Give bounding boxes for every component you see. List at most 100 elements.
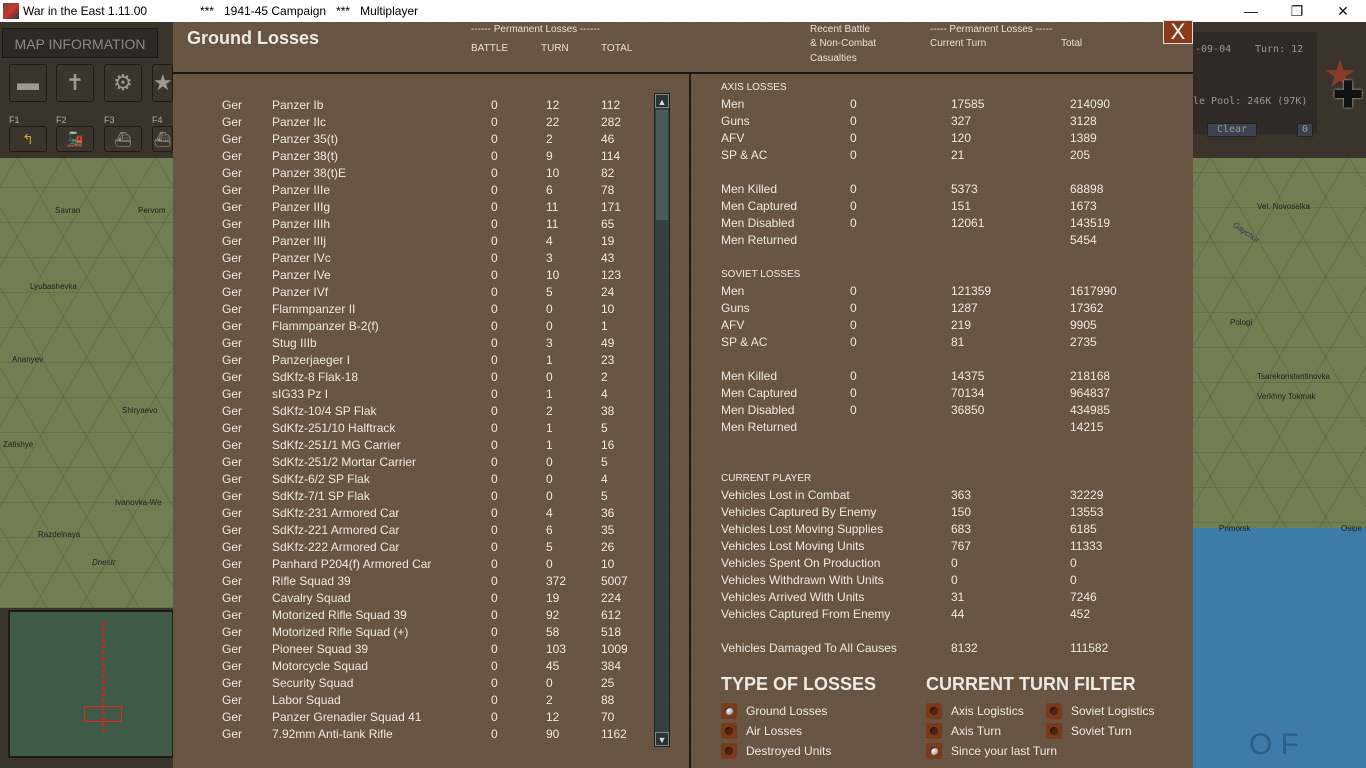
unit-row[interactable]: Ger Panzer IIIh 0 11 65 xyxy=(173,216,648,233)
unit-row[interactable]: Ger Motorized Rifle Squad (+) 0 58 518 xyxy=(173,624,648,641)
unit-row[interactable]: Ger Panzer IVe 0 10 123 xyxy=(173,267,648,284)
unit-row[interactable]: Ger SdKfz-7/1 SP Flak 0 0 5 xyxy=(173,488,648,505)
turn-value: 2 xyxy=(546,693,553,707)
unit-row[interactable]: Ger Panzer IVc 0 3 43 xyxy=(173,250,648,267)
radio-button-icon[interactable] xyxy=(926,723,942,739)
minimap[interactable] xyxy=(8,610,174,758)
unit-row[interactable]: Ger Panzerjaeger I 0 1 23 xyxy=(173,352,648,369)
stat-current: 8132 xyxy=(951,641,978,655)
unit-row[interactable]: Ger 7.92mm MG34 Machine Gun 0 152 1317 xyxy=(173,743,648,744)
unit-losses-list[interactable]: Ger Panzer Ib 0 12 112 Ger Panzer IIc 0 22 282 Ger… xyxy=(173,97,648,744)
window-close-button[interactable]: ✕ xyxy=(1320,0,1366,22)
stat-recent: 0 xyxy=(850,199,857,213)
star-icon[interactable]: ★ xyxy=(152,64,173,102)
map-view-right[interactable]: Vel. Novoselka Gaychur Pologi Tsarekonst… xyxy=(1193,158,1366,768)
unit-row[interactable]: Ger Security Squad 0 0 25 xyxy=(173,675,648,692)
turn-filter-radio[interactable]: Since your last Turn xyxy=(926,742,1057,760)
radio-button-icon[interactable] xyxy=(721,703,737,719)
clear-button[interactable]: Clear xyxy=(1207,123,1257,137)
turn-filter-radio[interactable]: Soviet Turn xyxy=(1046,722,1132,740)
battle-value: 0 xyxy=(491,455,498,469)
gear-icon[interactable]: ⚙ xyxy=(104,64,142,102)
scroll-thumb[interactable] xyxy=(656,110,668,220)
nation: Ger xyxy=(222,523,243,537)
scroll-up-button[interactable]: ▲ xyxy=(655,94,669,108)
radio-button-icon[interactable] xyxy=(1046,703,1062,719)
crosses-icon[interactable]: ✝ xyxy=(56,64,94,102)
turn-filter-radio[interactable]: Axis Turn xyxy=(926,722,1001,740)
unit-row[interactable]: Ger Motorized Rifle Squad 39 0 92 612 xyxy=(173,607,648,624)
scroll-down-button[interactable]: ▼ xyxy=(655,732,669,746)
stat-total: 7246 xyxy=(1070,590,1097,604)
unit-row[interactable]: Ger Panhard P204(f) Armored Car 0 0 10 xyxy=(173,556,648,573)
loss-type-radio[interactable]: Air Losses xyxy=(721,722,802,740)
radio-button-icon[interactable] xyxy=(926,703,942,719)
radio-button-icon[interactable] xyxy=(926,743,942,759)
map-view-left[interactable]: Savran Pervom Lyubashevka Ananyev Shirya… xyxy=(0,158,173,608)
dialog-close-button[interactable]: X xyxy=(1163,20,1193,44)
unit-row[interactable]: Ger Pioneer Squad 39 0 103 1009 xyxy=(173,641,648,658)
ship-icon[interactable]: ⛴ xyxy=(104,126,142,152)
stat-row: Men Captured 0 151 1673 xyxy=(721,198,1181,215)
unit-row[interactable]: Ger Panzer 35(t) 0 2 46 xyxy=(173,131,648,148)
unit-row[interactable]: Ger Panzer 38(t)E 0 10 82 xyxy=(173,165,648,182)
unit-row[interactable]: Ger Rifle Squad 39 0 372 5007 xyxy=(173,573,648,590)
turn-value: 0 xyxy=(546,557,553,571)
unit-row[interactable]: Ger SdKfz-6/2 SP Flak 0 0 4 xyxy=(173,471,648,488)
train-icon[interactable]: 🚂 xyxy=(56,126,94,152)
loss-type-radio[interactable]: Destroyed Units xyxy=(721,742,831,760)
unit-row[interactable]: Ger Flammpanzer B-2(f) 0 0 1 xyxy=(173,318,648,335)
battle-value: 0 xyxy=(491,285,498,299)
unit-row[interactable]: Ger Panzer IIc 0 22 282 xyxy=(173,114,648,131)
unit-row[interactable]: Ger SdKfz-221 Armored Car 0 6 35 xyxy=(173,522,648,539)
unit-row[interactable]: Ger sIG33 Pz I 0 1 4 xyxy=(173,386,648,403)
unit-row[interactable]: Ger SdKfz-10/4 SP Flak 0 2 38 xyxy=(173,403,648,420)
battle-value: 0 xyxy=(491,387,498,401)
unit-row[interactable]: Ger Panzer IIIe 0 6 78 xyxy=(173,182,648,199)
turn-filter-radio[interactable]: Soviet Logistics xyxy=(1046,702,1154,720)
unit-row[interactable]: Ger Panzer IIIg 0 11 171 xyxy=(173,199,648,216)
unit-name: Panzer IIc xyxy=(272,115,327,129)
scrollbar[interactable]: ▲ ▼ xyxy=(654,93,670,747)
map-information-button[interactable]: MAP INFORMATION xyxy=(2,28,158,58)
unit-row[interactable]: Ger Panzer 38(t) 0 9 114 xyxy=(173,148,648,165)
radio-button-icon[interactable] xyxy=(721,743,737,759)
stat-recent: 0 xyxy=(850,335,857,349)
minimize-button[interactable]: — xyxy=(1228,0,1274,22)
unit-row[interactable]: Ger Panzer Grenadier Squad 41 0 12 70 xyxy=(173,709,648,726)
unit-row[interactable]: Ger Panzer IIIj 0 4 19 xyxy=(173,233,648,250)
stat-recent: 0 xyxy=(850,284,857,298)
unit-row[interactable]: Ger SdKfz-251/10 Halftrack 0 1 5 xyxy=(173,420,648,437)
radio-button-icon[interactable] xyxy=(721,723,737,739)
ship2-icon[interactable]: ⛴ xyxy=(152,126,173,152)
minimap-viewport[interactable] xyxy=(84,706,122,722)
unit-row[interactable]: Ger Cavalry Squad 0 19 224 xyxy=(173,590,648,607)
f4-label: F4 xyxy=(152,115,163,125)
unit-row[interactable]: Ger SdKfz-251/2 Mortar Carrier 0 0 5 xyxy=(173,454,648,471)
turn-value: 0 xyxy=(546,676,553,690)
unit-row[interactable]: Ger SdKfz-251/1 MG Carrier 0 1 16 xyxy=(173,437,648,454)
loss-type-radio[interactable]: Ground Losses xyxy=(721,702,827,720)
unit-row[interactable]: Ger SdKfz-231 Armored Car 0 4 36 xyxy=(173,505,648,522)
tank-icon[interactable]: ▬ xyxy=(9,64,47,102)
stat-current: 151 xyxy=(951,199,972,213)
map-label: Savran xyxy=(55,206,81,215)
scenario-title: *** 1941-45 Campaign *** Multiplayer xyxy=(200,4,419,18)
unit-row[interactable]: Ger Panzer Ib 0 12 112 xyxy=(173,97,648,114)
unit-row[interactable]: Ger SdKfz-222 Armored Car 0 5 26 xyxy=(173,539,648,556)
count-field[interactable]: 0 xyxy=(1297,123,1313,137)
turn-value: 0 xyxy=(546,302,553,316)
restore-button[interactable]: ❐ xyxy=(1274,0,1320,22)
unit-row[interactable]: Ger Stug IIIb 0 3 49 xyxy=(173,335,648,352)
unit-row[interactable]: Ger Motorcycle Squad 0 45 384 xyxy=(173,658,648,675)
unit-row[interactable]: Ger Labor Squad 0 2 88 xyxy=(173,692,648,709)
radio-button-icon[interactable] xyxy=(1046,723,1062,739)
unit-row[interactable]: Ger SdKfz-8 Flak-18 0 0 2 xyxy=(173,369,648,386)
turn-filter-radio[interactable]: Axis Logistics xyxy=(926,702,1024,720)
ground-losses-dialog: Ground Losses X ------ Permanent Losses … xyxy=(173,20,1193,768)
unit-row[interactable]: Ger 7.92mm Anti-tank Rifle 0 90 1162 xyxy=(173,726,648,743)
return-arrow-icon[interactable]: ↰ xyxy=(9,126,47,152)
unit-row[interactable]: Ger Flammpanzer II 0 0 10 xyxy=(173,301,648,318)
turn-value: 6 xyxy=(546,183,553,197)
unit-row[interactable]: Ger Panzer IVf 0 5 24 xyxy=(173,284,648,301)
